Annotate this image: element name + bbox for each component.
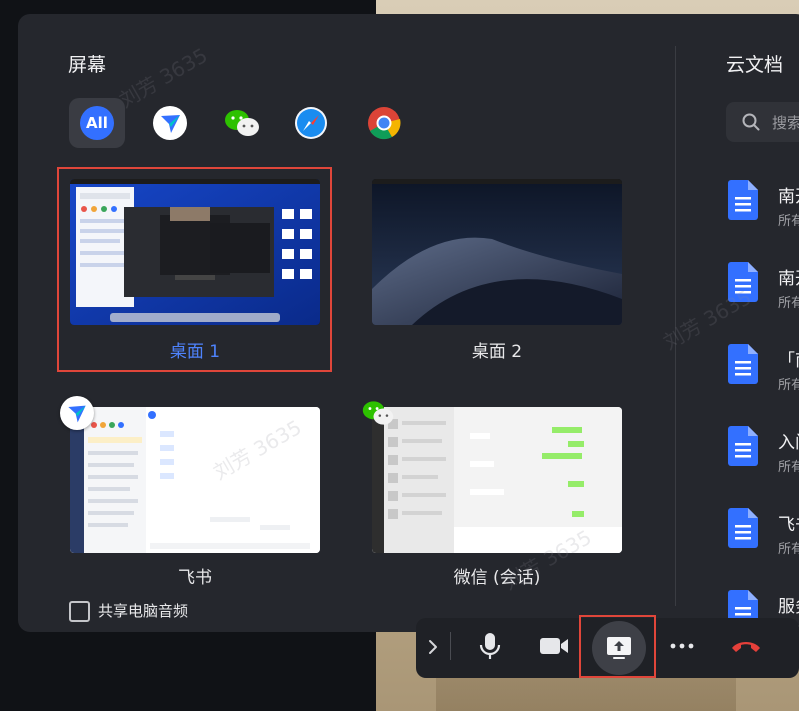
wechat-thumbnail [372, 407, 622, 553]
feishu-icon [68, 405, 86, 423]
screens-section-title: 屏幕 [68, 54, 107, 76]
search-icon [742, 113, 760, 131]
tile-label: 桌面 1 [169, 342, 221, 362]
microphone-icon [479, 633, 501, 659]
chevron-right-icon [429, 640, 437, 654]
document-icon [728, 262, 758, 302]
document-icon [728, 426, 758, 466]
document-icon [728, 344, 758, 384]
document-icon [728, 180, 758, 220]
doc-item[interactable]: 飞书 所有 [728, 508, 799, 568]
section-divider [675, 46, 676, 606]
filter-safari-button[interactable] [283, 98, 339, 148]
wechat-app-badge [361, 396, 395, 430]
doc-owner: 所有 [778, 296, 799, 311]
desktop-1-thumbnail [70, 179, 320, 325]
wechat-icon [362, 401, 394, 425]
video-camera-icon [540, 638, 568, 654]
filter-wechat-button[interactable] [214, 98, 270, 148]
hang-up-icon [732, 642, 760, 652]
doc-title: 南开 [778, 269, 799, 289]
doc-title: 「南 [778, 351, 799, 371]
tile-desktop-2[interactable]: 桌面 2 [372, 179, 622, 362]
docs-search-input[interactable]: 搜索 [726, 102, 799, 142]
feishu-thumbnail [70, 407, 320, 553]
share-screen-panel: 屏幕 云文档 All 桌面 1 桌面 2 飞书 微信 (会话) 共享电脑音频 搜… [18, 14, 799, 632]
document-icon [728, 508, 758, 548]
tile-wechat[interactable]: 微信 (会话) [372, 407, 622, 588]
safari-icon [295, 107, 327, 139]
feishu-app-badge [60, 396, 94, 430]
microphone-button[interactable] [472, 628, 508, 664]
toolbar-expand-button[interactable] [420, 632, 446, 662]
chrome-icon [368, 107, 401, 140]
tile-label: 微信 (会话) [453, 568, 541, 588]
camera-button[interactable] [534, 628, 574, 664]
doc-owner: 所有 [778, 214, 799, 229]
doc-title: 入门 [778, 433, 799, 453]
tile-desktop-1[interactable]: 桌面 1 [70, 179, 320, 362]
feishu-icon [153, 106, 187, 140]
all-badge: All [80, 106, 114, 140]
toolbar-separator [450, 632, 451, 660]
share-audio-checkbox[interactable] [69, 601, 90, 622]
doc-item[interactable]: 南开 所有 [728, 180, 799, 240]
tile-label: 桌面 2 [471, 342, 523, 362]
share-button-highlight [579, 615, 656, 678]
doc-owner: 所有 [778, 460, 799, 475]
doc-item[interactable]: 南开 所有 [728, 262, 799, 322]
doc-title: 南开 [778, 187, 799, 207]
tile-feishu[interactable]: 飞书 [70, 407, 320, 588]
share-audio-label: 共享电脑音频 [98, 602, 189, 620]
filter-feishu-button[interactable] [142, 98, 198, 148]
wechat-icon [225, 110, 259, 136]
doc-owner: 所有 [778, 378, 799, 393]
docs-section-title: 云文档 [726, 54, 784, 76]
doc-owner: 所有 [778, 542, 799, 557]
tile-label: 飞书 [178, 568, 212, 588]
doc-item[interactable]: 入门 所有 [728, 426, 799, 486]
filter-chrome-button[interactable] [356, 98, 412, 148]
more-icon [670, 643, 694, 649]
desktop-2-thumbnail [372, 179, 622, 325]
more-button[interactable] [664, 630, 700, 662]
hang-up-button[interactable] [726, 630, 766, 662]
doc-item[interactable]: 「南 所有 [728, 344, 799, 404]
doc-title: 飞书 [778, 515, 799, 535]
doc-title: 服务 [778, 597, 799, 617]
filter-all-button[interactable]: All [69, 98, 125, 148]
search-placeholder: 搜索 [772, 114, 799, 132]
